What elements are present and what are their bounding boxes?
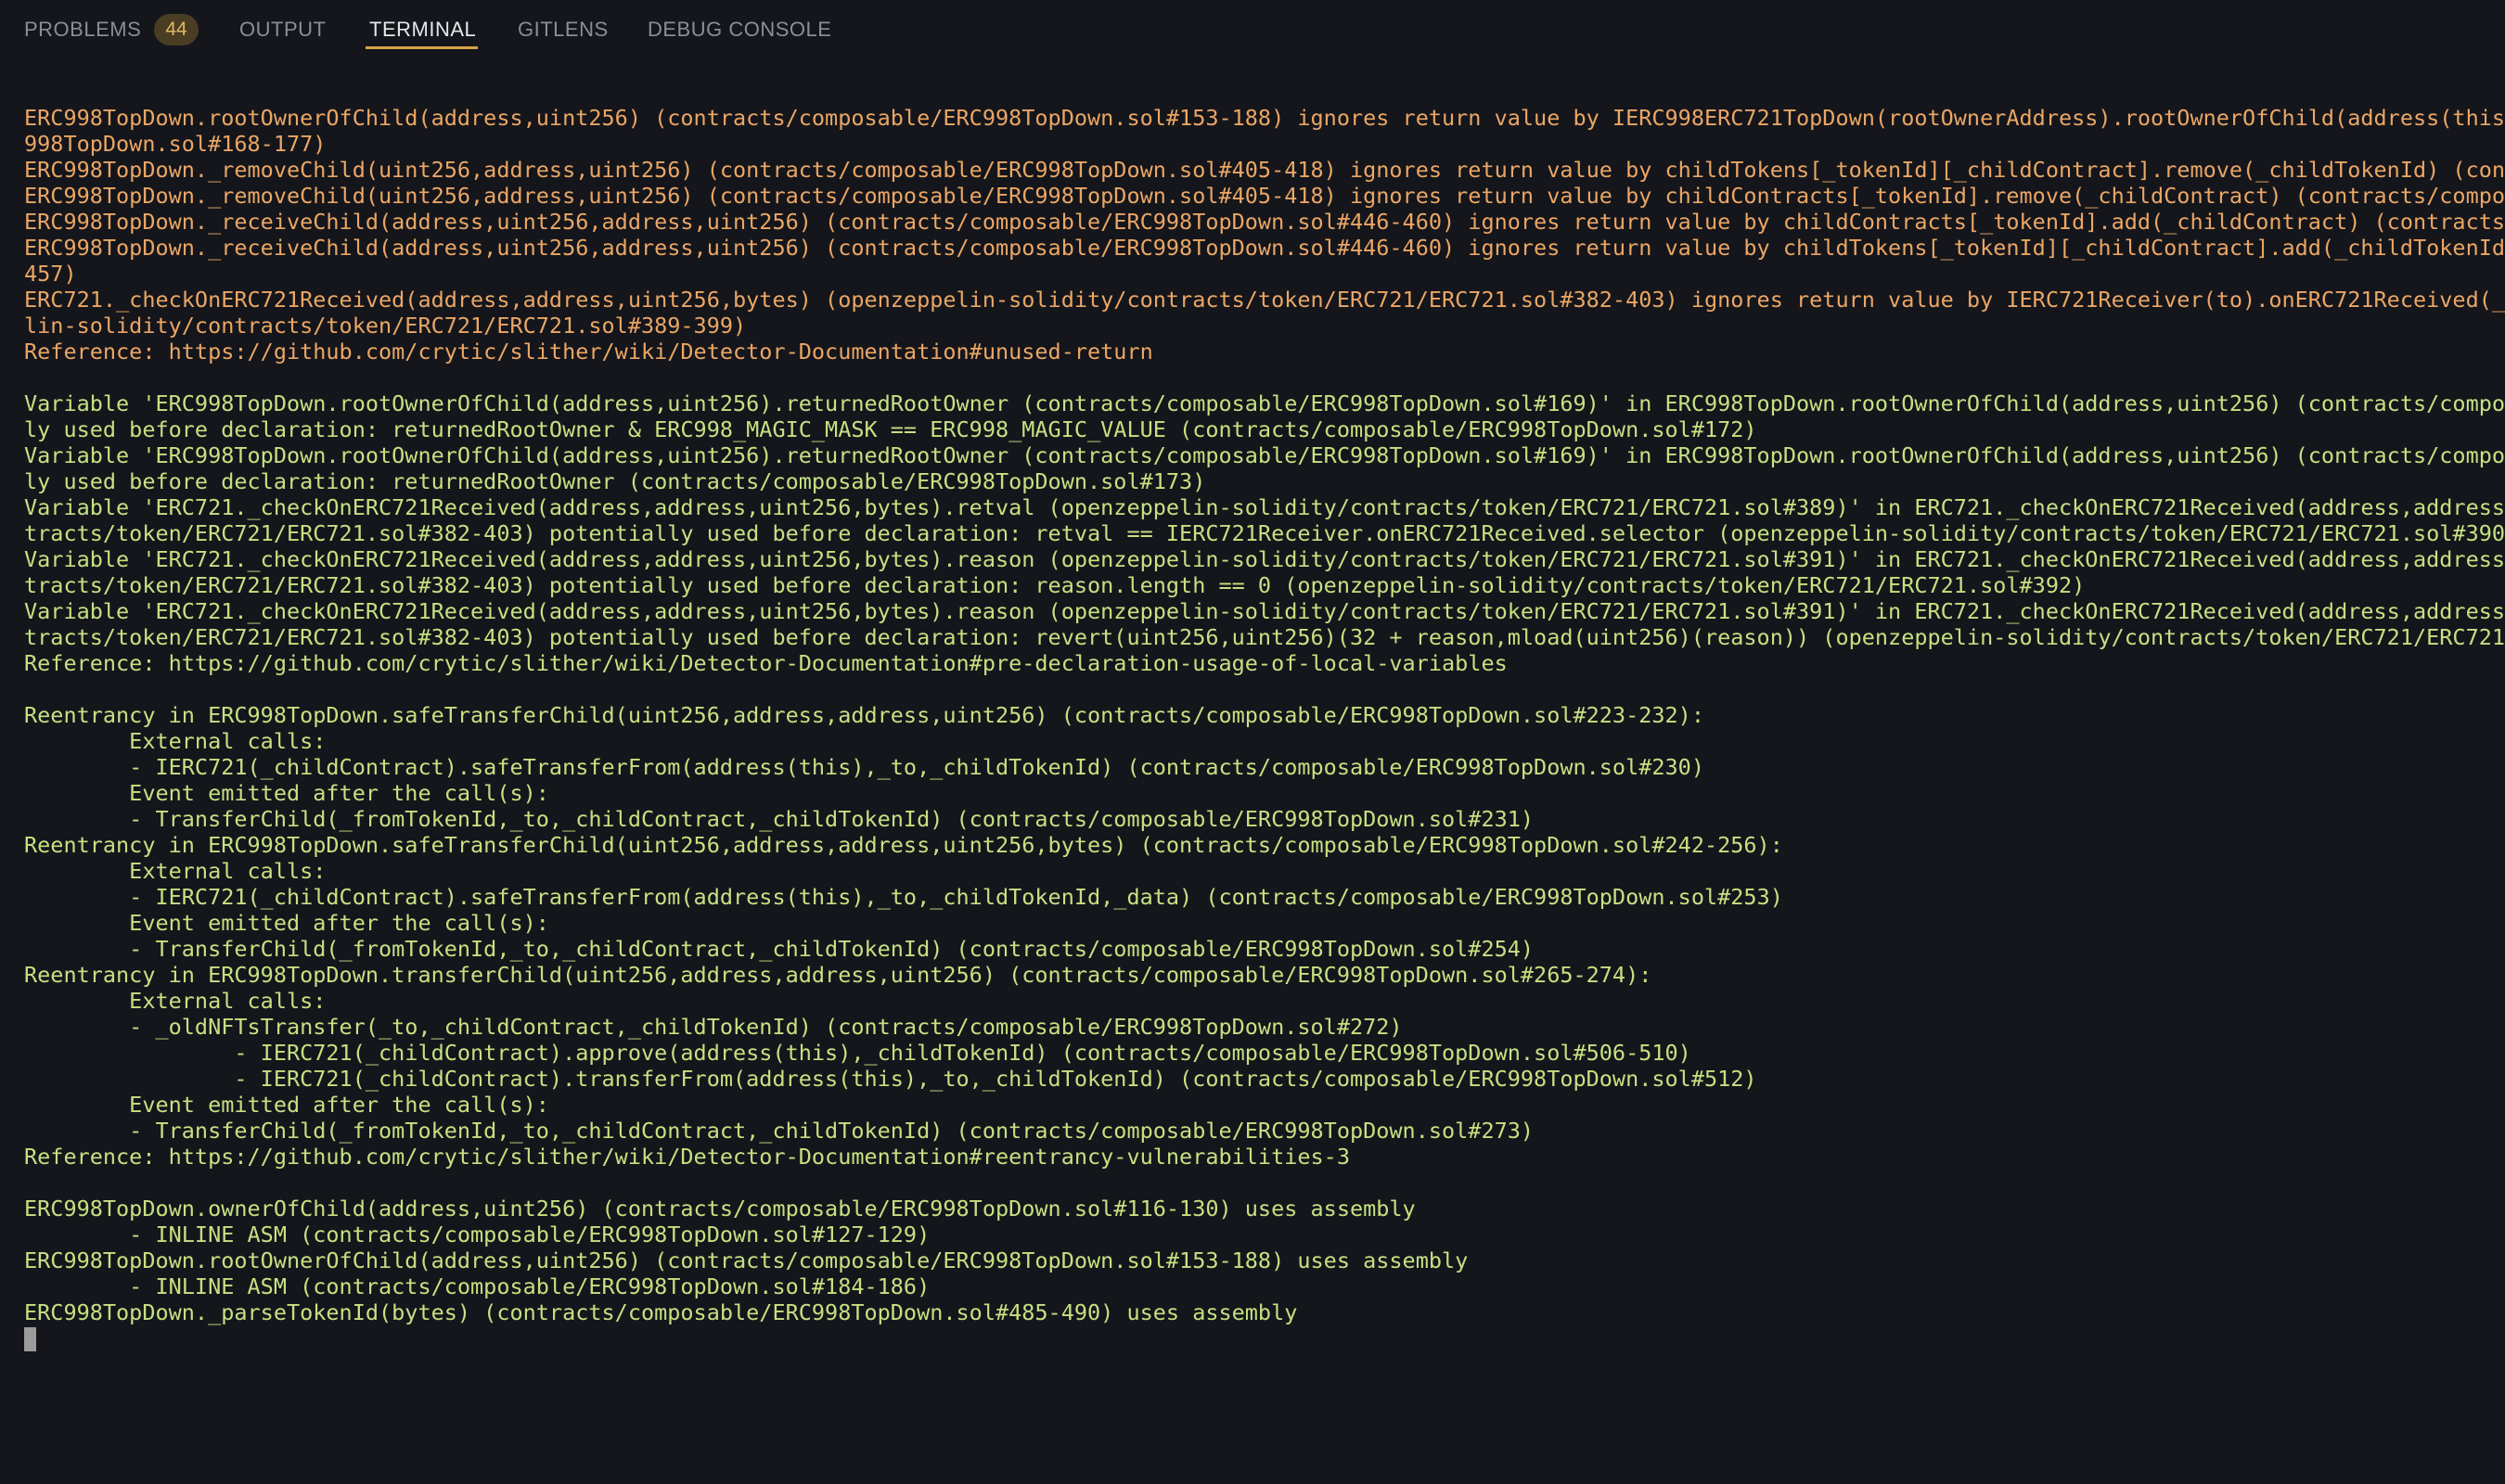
terminal-line: - IERC721(_childContract).transferFrom(a… bbox=[24, 1066, 1757, 1092]
terminal-line: Reentrancy in ERC998TopDown.transferChil… bbox=[24, 962, 1652, 988]
terminal-line: tracts/token/ERC721/ERC721.sol#382-403) … bbox=[24, 520, 2505, 546]
terminal-line: Reference: https://github.com/crytic/sli… bbox=[24, 339, 1153, 365]
tab-problems[interactable]: PROBLEMS bbox=[24, 0, 141, 52]
terminal-line: ly used before declaration: returnedRoot… bbox=[24, 468, 1206, 494]
terminal-line: - INLINE ASM (contracts/composable/ERC99… bbox=[24, 1222, 931, 1247]
terminal-line: ERC998TopDown._parseTokenId(bytes) (cont… bbox=[24, 1299, 1298, 1325]
terminal-line: - IERC721(_childContract).approve(addres… bbox=[24, 1040, 1691, 1066]
terminal-line: ERC998TopDown._removeChild(uint256,addre… bbox=[24, 183, 2505, 209]
tab-gitlens[interactable]: GITLENS bbox=[518, 0, 609, 52]
terminal-line: Variable 'ERC998TopDown.rootOwnerOfChild… bbox=[24, 442, 2505, 468]
terminal-line: lin-solidity/contracts/token/ERC721/ERC7… bbox=[24, 313, 747, 339]
terminal-line: ERC998TopDown._removeChild(uint256,addre… bbox=[24, 157, 2505, 183]
active-tab-indicator bbox=[366, 46, 478, 49]
terminal-line: Reentrancy in ERC998TopDown.safeTransfer… bbox=[24, 832, 1783, 858]
terminal-line: ERC998TopDown.ownerOfChild(address,uint2… bbox=[24, 1196, 1416, 1222]
terminal-prompt-line[interactable] bbox=[24, 1325, 2505, 1351]
terminal-line: Variable 'ERC721._checkOnERC721Received(… bbox=[24, 494, 2505, 520]
terminal-line: ERC998TopDown._receiveChild(address,uint… bbox=[24, 235, 2505, 261]
terminal-line: Variable 'ERC998TopDown.rootOwnerOfChild… bbox=[24, 390, 2505, 416]
terminal-output[interactable]: ERC998TopDown.rootOwnerOfChild(address,u… bbox=[24, 105, 2505, 1478]
terminal-line: ERC998TopDown._receiveChild(address,uint… bbox=[24, 209, 2505, 235]
tab-debug-console[interactable]: DEBUG CONSOLE bbox=[648, 0, 831, 52]
terminal-line: tracts/token/ERC721/ERC721.sol#382-403) … bbox=[24, 572, 2086, 598]
problems-count-badge: 44 bbox=[154, 14, 199, 45]
terminal-line: External calls: bbox=[24, 728, 327, 754]
terminal-line: ERC998TopDown.rootOwnerOfChild(address,u… bbox=[24, 1247, 1469, 1273]
terminal-line: ERC721._checkOnERC721Received(address,ad… bbox=[24, 287, 2505, 313]
terminal-line: ly used before declaration: returnedRoot… bbox=[24, 416, 1757, 442]
terminal-cursor bbox=[24, 1327, 36, 1351]
panel-tab-bar: PROBLEMS 44 OUTPUT TERMINAL GITLENS DEBU… bbox=[0, 0, 2505, 58]
terminal-line: - INLINE ASM (contracts/composable/ERC99… bbox=[24, 1273, 931, 1299]
terminal-line: - IERC721(_childContract).safeTransferFr… bbox=[24, 754, 1704, 780]
terminal-line: ERC998TopDown.rootOwnerOfChild(address,u… bbox=[24, 105, 2505, 131]
terminal-line: - TransferChild(_fromTokenId,_to,_childC… bbox=[24, 806, 1535, 832]
terminal-line: Event emitted after the call(s): bbox=[24, 910, 549, 936]
terminal-line: Variable 'ERC721._checkOnERC721Received(… bbox=[24, 546, 2505, 572]
terminal-line: Reentrancy in ERC998TopDown.safeTransfer… bbox=[24, 702, 1704, 728]
terminal-line: - TransferChild(_fromTokenId,_to,_childC… bbox=[24, 1118, 1535, 1144]
terminal-line: Event emitted after the call(s): bbox=[24, 780, 549, 806]
tab-terminal[interactable]: TERMINAL bbox=[369, 0, 476, 52]
terminal-line: - IERC721(_childContract).safeTransferFr… bbox=[24, 884, 1783, 910]
tab-output[interactable]: OUTPUT bbox=[239, 0, 326, 52]
terminal-line: External calls: bbox=[24, 858, 327, 884]
terminal-line: Reference: https://github.com/crytic/sli… bbox=[24, 1144, 1350, 1170]
terminal-line: External calls: bbox=[24, 988, 327, 1014]
terminal-line: - TransferChild(_fromTokenId,_to,_childC… bbox=[24, 936, 1535, 962]
terminal-line: 998TopDown.sol#168-177) bbox=[24, 131, 327, 157]
terminal-line: 457) bbox=[24, 261, 77, 287]
terminal-line: Variable 'ERC721._checkOnERC721Received(… bbox=[24, 598, 2505, 624]
terminal-line: tracts/token/ERC721/ERC721.sol#382-403) … bbox=[24, 624, 2505, 650]
terminal-line: Event emitted after the call(s): bbox=[24, 1092, 549, 1118]
terminal-line: Reference: https://github.com/crytic/sli… bbox=[24, 650, 1508, 676]
terminal-line: - _oldNFTsTransfer(_to,_childContract,_c… bbox=[24, 1014, 1403, 1040]
